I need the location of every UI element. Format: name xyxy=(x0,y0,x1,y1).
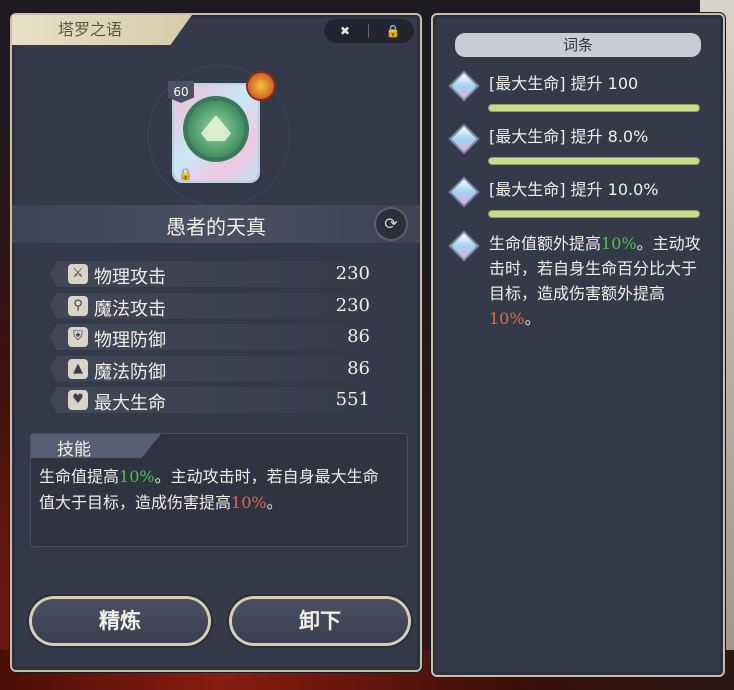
stat-value: 86 xyxy=(347,326,370,347)
stats-list: ⚔ 物理攻击 230 ⚲ 魔法攻击 230 ⛨ 物理防御 86 ▲ 魔法防御 8… xyxy=(50,261,390,419)
affix-bar xyxy=(489,158,699,164)
lock-button[interactable]: 🔒 xyxy=(384,22,402,40)
affix-bar xyxy=(489,211,699,217)
stat-value: 230 xyxy=(335,263,370,284)
stat-value: 230 xyxy=(335,294,370,316)
affix-panel: 词条 [最大生命] 提升 100 [最大生命] 提升 8.0% [最大生命] 提… xyxy=(431,13,725,677)
stat-value: 86 xyxy=(347,357,370,379)
set-bonus-part: 生命值额外提高 xyxy=(489,234,602,253)
skill-description: 生命值提高10%。主动攻击时，若自身最大生命值大于目标，造成伤害提高10%。 xyxy=(39,464,389,516)
affix-entry: [最大生命] 提升 8.0% xyxy=(449,124,709,168)
unequip-button[interactable]: 卸下 xyxy=(232,599,408,643)
card-name-bar: 愚者的天真 ⟳ xyxy=(12,205,420,243)
affix-header: 词条 xyxy=(455,33,701,57)
stat-label: 魔法攻击 xyxy=(94,298,166,320)
skill-box: 技能 生命值提高10%。主动攻击时，若自身最大生命值大于目标，造成伤害提高10%… xyxy=(30,433,408,547)
card-lock-icon: 🔒 xyxy=(178,167,193,181)
affix-bar xyxy=(489,105,699,111)
set-bonus-entry: 生命值额外提高10%。主动攻击时，若自身生命百分比大于目标，造成伤害额外提高10… xyxy=(449,231,709,341)
skill-damage-percent: 10% xyxy=(231,493,267,512)
affix-text: [最大生命] 提升 10.0% xyxy=(489,180,659,199)
diamond-icon xyxy=(451,233,477,259)
rarity-badge-icon xyxy=(248,73,274,99)
affix-entry: [最大生命] 提升 10.0% xyxy=(449,177,709,221)
set-bonus-hp-percent: 10% xyxy=(601,234,637,253)
fool-hat-art xyxy=(188,101,244,157)
stat-row-physical-defense: ⛨ 物理防御 86 xyxy=(50,324,390,350)
stat-value: 551 xyxy=(335,389,370,410)
diamond-icon xyxy=(451,126,477,152)
skill-text-part: 。 xyxy=(266,493,283,512)
divider xyxy=(368,24,369,38)
skill-text-part: 生命值提高 xyxy=(39,467,120,486)
x-badge-icon: ✖ xyxy=(339,24,351,38)
card-name: 愚者的天真 xyxy=(166,215,266,239)
affix-entry: [最大生命] 提升 100 xyxy=(449,71,709,115)
header-controls: ✖ 🔒 xyxy=(324,19,414,43)
stat-row-magic-defense: ▲ 魔法防御 86 xyxy=(50,355,390,383)
diamond-icon xyxy=(451,73,477,99)
witch-hat-icon: ▲ xyxy=(68,358,88,379)
settings-button[interactable]: ✖ xyxy=(336,22,354,40)
card-detail-panel: 塔罗之语 ✖ 🔒 🔒 60 愚者的天真 ⟳ ⚔ 物理攻击 230 ⚲ 魔法攻击 … xyxy=(10,13,422,672)
stat-row-physical-attack: ⚔ 物理攻击 230 xyxy=(50,261,390,287)
stat-label: 物理防御 xyxy=(94,330,166,351)
refine-button[interactable]: 精炼 xyxy=(32,599,208,643)
stat-label: 最大生命 xyxy=(94,393,166,414)
shield-icon: ⛨ xyxy=(68,327,88,347)
wand-icon: ⚲ xyxy=(68,295,88,316)
set-bonus-text: 生命值额外提高10%。主动攻击时，若自身生命百分比大于目标，造成伤害额外提高10… xyxy=(489,231,701,331)
set-bonus-part: 。 xyxy=(524,309,541,328)
affix-text: [最大生命] 提升 100 xyxy=(489,74,639,93)
skill-tab: 技能 xyxy=(31,434,161,458)
tarot-card: 🔒 60 xyxy=(148,65,290,207)
swap-button[interactable]: ⟳ xyxy=(376,209,406,239)
skill-hp-percent: 10% xyxy=(119,467,155,486)
panel-title: 塔罗之语 xyxy=(12,15,192,45)
sword-icon: ⚔ xyxy=(68,264,88,284)
stat-row-magic-attack: ⚲ 魔法攻击 230 xyxy=(50,292,390,320)
set-bonus-damage-percent: 10% xyxy=(489,309,525,328)
skill-header: 技能 xyxy=(57,440,91,460)
stat-label: 魔法防御 xyxy=(94,361,166,383)
affix-text: [最大生命] 提升 8.0% xyxy=(489,127,649,146)
diamond-icon xyxy=(451,179,477,205)
stat-row-max-hp: ♥ 最大生命 551 xyxy=(50,387,390,413)
swap-icon: ⟳ xyxy=(384,214,398,233)
heart-icon: ♥ xyxy=(68,390,88,410)
lock-icon: 🔒 xyxy=(385,24,401,38)
stat-label: 物理攻击 xyxy=(94,267,166,288)
